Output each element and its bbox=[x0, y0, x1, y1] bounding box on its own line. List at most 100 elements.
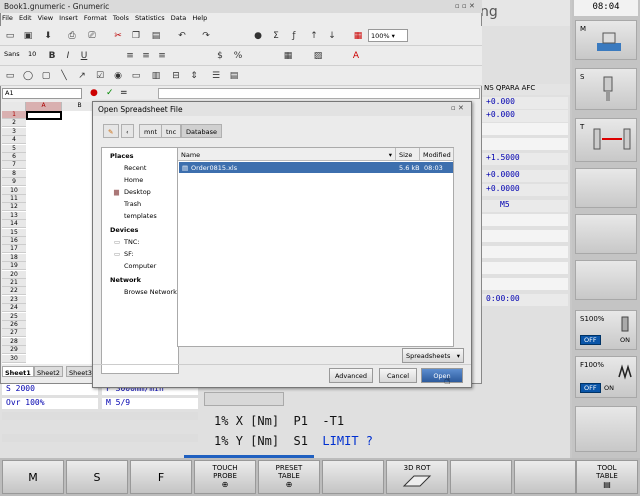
selected-cell[interactable] bbox=[26, 111, 62, 120]
device-tnc[interactable]: ▭ TNC: bbox=[102, 238, 180, 249]
row-header[interactable]: 19 bbox=[2, 262, 26, 271]
function-icon[interactable]: ƒ bbox=[288, 30, 300, 42]
row-header[interactable]: 3 bbox=[2, 127, 26, 136]
row-header[interactable]: 16 bbox=[2, 237, 26, 245]
edit-location-button[interactable]: ✎ bbox=[103, 124, 119, 138]
window-controls[interactable]: ▫ ▫ ✕ bbox=[455, 2, 479, 11]
save-icon[interactable]: ⬇ bbox=[42, 30, 54, 42]
zoom-select[interactable]: 100% ▾ bbox=[368, 29, 408, 42]
row-header[interactable]: 23 bbox=[2, 295, 26, 304]
new-icon[interactable]: ▭ bbox=[4, 30, 16, 42]
redo-icon[interactable]: ↷ bbox=[200, 30, 212, 42]
row-header[interactable]: 9 bbox=[2, 178, 26, 187]
spinner-icon[interactable]: ⇕ bbox=[188, 70, 200, 82]
row-header[interactable]: 8 bbox=[2, 169, 26, 178]
menu-data[interactable]: Data bbox=[171, 14, 187, 22]
chart-icon[interactable]: ▦ bbox=[352, 30, 364, 42]
device-computer[interactable]: Computer bbox=[102, 262, 180, 273]
hyperlink-icon[interactable]: ● bbox=[252, 30, 264, 42]
row-header[interactable]: 6 bbox=[2, 153, 26, 161]
menu-tools[interactable]: Tools bbox=[113, 14, 129, 22]
align-left-icon[interactable]: ≡ bbox=[124, 50, 136, 62]
row-header[interactable]: 18 bbox=[2, 253, 26, 262]
softkey-3d-rot[interactable]: 3D ROT bbox=[386, 460, 448, 494]
currency-icon[interactable]: $ bbox=[214, 50, 226, 62]
align-right-icon[interactable]: ≡ bbox=[156, 50, 168, 62]
menu-edit[interactable]: Edit bbox=[19, 14, 32, 22]
checkbox-icon[interactable]: ☑ bbox=[94, 70, 106, 82]
row-header[interactable]: 22 bbox=[2, 287, 26, 296]
menu-format[interactable]: Format bbox=[84, 14, 107, 22]
row-header[interactable]: 5 bbox=[2, 144, 26, 153]
cut-icon[interactable]: ✂ bbox=[112, 30, 124, 42]
file-row[interactable]: ▤ Order0815.xls 5.6 kB 08:03 bbox=[179, 162, 453, 173]
frame-icon[interactable]: ▢ bbox=[40, 70, 52, 82]
radio-icon[interactable]: ◉ bbox=[112, 70, 124, 82]
device-sf[interactable]: ▭ SF: bbox=[102, 250, 180, 261]
formula-input[interactable] bbox=[158, 88, 480, 99]
bold-icon[interactable]: B bbox=[46, 50, 58, 62]
row-header[interactable]: 25 bbox=[2, 312, 26, 321]
equals-icon[interactable]: = bbox=[120, 88, 128, 98]
sum-icon[interactable]: Σ bbox=[270, 30, 282, 42]
corner-cell[interactable] bbox=[2, 102, 26, 111]
font-color-icon[interactable]: A bbox=[350, 50, 362, 62]
font-size-select[interactable]: 10 bbox=[28, 50, 42, 62]
align-center-icon[interactable]: ≡ bbox=[140, 50, 152, 62]
sheet-tab[interactable]: Sheet1 bbox=[2, 366, 34, 377]
percent-icon[interactable]: % bbox=[232, 50, 244, 62]
undo-icon[interactable]: ↶ bbox=[176, 30, 188, 42]
row-header[interactable]: 11 bbox=[2, 195, 26, 203]
softkey-f100[interactable]: F100% OFF ON bbox=[575, 356, 637, 398]
italic-icon[interactable]: I bbox=[62, 50, 74, 62]
place-recent[interactable]: Recent bbox=[102, 164, 180, 175]
ellipse-icon[interactable]: ◯ bbox=[22, 70, 34, 82]
softkey-f[interactable]: F bbox=[130, 460, 192, 494]
softkey-empty[interactable] bbox=[450, 460, 512, 494]
softkey-empty[interactable] bbox=[322, 460, 384, 494]
underline-icon[interactable]: U bbox=[78, 50, 90, 62]
dialog-close-icon[interactable]: ▫ ✕ bbox=[451, 104, 464, 112]
advanced-button[interactable]: Advanced bbox=[329, 368, 373, 383]
row-header[interactable]: 17 bbox=[2, 245, 26, 254]
open-icon[interactable]: ▣ bbox=[22, 30, 34, 42]
row-header[interactable]: 14 bbox=[2, 220, 26, 229]
fill-color-icon[interactable]: ▨ bbox=[312, 50, 324, 62]
column-header-a[interactable]: A bbox=[26, 102, 62, 111]
path-button-tnc[interactable]: tnc bbox=[161, 124, 182, 138]
menu-view[interactable]: View bbox=[38, 14, 53, 22]
softkey-t[interactable]: T bbox=[575, 118, 637, 162]
softkey-s100[interactable]: S100% OFF ON bbox=[575, 310, 637, 350]
accept-icon[interactable]: ✓ bbox=[106, 88, 114, 98]
spreadsheet-grid[interactable]: A B 1 2 3 4 5 6 7 8 9 10 11 12 13 14 15 16 17 18 19 20 21 22 2… bbox=[2, 102, 98, 364]
row-header[interactable]: 12 bbox=[2, 203, 26, 212]
row-header[interactable]: 4 bbox=[2, 136, 26, 145]
menu-help[interactable]: Help bbox=[192, 14, 207, 22]
slider-icon[interactable]: ⊟ bbox=[170, 70, 182, 82]
place-templates[interactable]: templates bbox=[102, 212, 180, 223]
softkey-s[interactable]: S bbox=[575, 68, 637, 110]
place-trash[interactable]: Trash bbox=[102, 200, 180, 211]
rectangle-icon[interactable]: ▭ bbox=[4, 70, 16, 82]
cancel-icon[interactable]: ● bbox=[90, 88, 98, 98]
column-size[interactable]: Size bbox=[396, 148, 420, 161]
column-name[interactable]: Name ▾ bbox=[178, 148, 396, 161]
place-desktop[interactable]: ▆ Desktop bbox=[102, 188, 180, 199]
row-header[interactable]: 24 bbox=[2, 304, 26, 313]
paste-icon[interactable]: ▤ bbox=[150, 30, 162, 42]
menu-insert[interactable]: Insert bbox=[59, 14, 78, 22]
softkey-empty[interactable] bbox=[514, 460, 576, 494]
list-icon[interactable]: ☰ bbox=[210, 70, 222, 82]
softkey-empty[interactable] bbox=[575, 406, 637, 452]
softkey-preset-table[interactable]: PRESET TABLE ⊕ bbox=[258, 460, 320, 494]
arrow-icon[interactable]: ↗ bbox=[76, 70, 88, 82]
font-name-select[interactable]: Sans bbox=[4, 50, 26, 62]
row-header[interactable]: 7 bbox=[2, 161, 26, 170]
softkey-empty[interactable] bbox=[575, 168, 637, 208]
column-modified[interactable]: Modified bbox=[420, 148, 454, 161]
scrollbar-icon[interactable]: ▥ bbox=[150, 70, 162, 82]
menu-statistics[interactable]: Statistics bbox=[135, 14, 165, 22]
sort-descending-icon[interactable]: ↓ bbox=[326, 30, 338, 42]
row-header[interactable]: 10 bbox=[2, 186, 26, 195]
row-header[interactable]: 26 bbox=[2, 321, 26, 329]
